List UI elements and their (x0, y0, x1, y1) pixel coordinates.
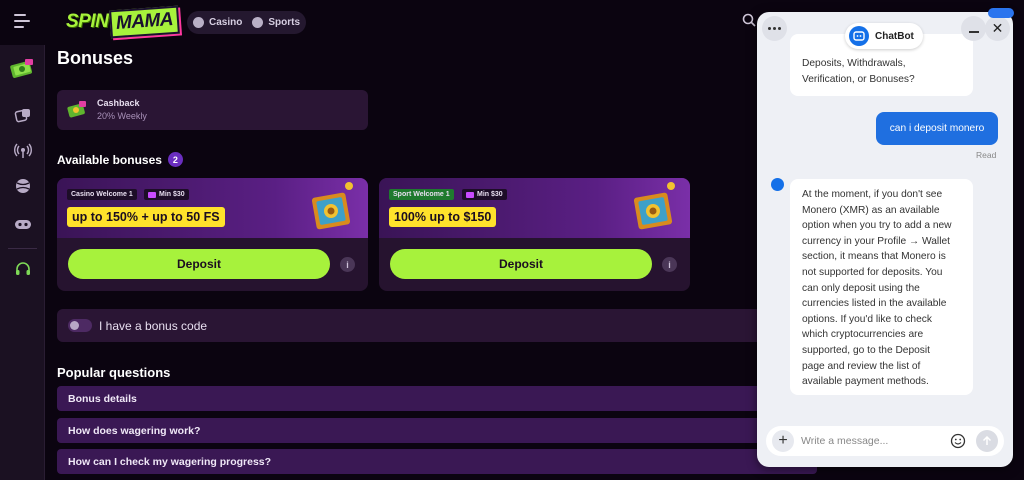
top-nav: Casino Sports (187, 11, 307, 34)
message-input[interactable]: Write a message... (801, 435, 888, 447)
ticket-icon (466, 191, 474, 198)
sidebar-item-support[interactable] (12, 259, 34, 281)
hamburger-menu-icon[interactable] (14, 14, 30, 28)
casino-icon (193, 17, 204, 28)
bonus-amount: 100% up to $150 (389, 207, 497, 227)
cashback-card[interactable]: Cashback 20% Weekly (57, 90, 368, 130)
bot-message-answer: At the moment, if you don't see Monero (… (790, 179, 973, 395)
bonus-card-sport: Sport Welcome 1 Min $30 100% up to $150 … (379, 178, 690, 291)
min-deposit-tag: Min $30 (462, 189, 507, 200)
emoji-icon[interactable] (950, 433, 966, 449)
popular-questions-title: Popular questions (57, 365, 171, 380)
info-icon[interactable]: i (340, 257, 355, 272)
faq-item[interactable]: Bonus details (57, 386, 817, 411)
faq-item[interactable]: How can I check my wagering progress? (57, 449, 817, 474)
search-icon[interactable] (742, 13, 756, 27)
gamepad-icon (15, 220, 31, 229)
available-bonuses-heading: Available bonuses 2 (57, 152, 183, 167)
sidebar-divider (8, 248, 37, 249)
cashback-title: Cashback (97, 98, 140, 108)
notification-badge (988, 8, 1014, 18)
faq-item[interactable]: How does wagering work? (57, 418, 817, 443)
sidebar-item-sports[interactable] (12, 175, 34, 197)
cashback-money-icon (67, 101, 86, 118)
bonus-type-tag: Sport Welcome 1 (389, 189, 454, 200)
ticket-icon (148, 191, 156, 198)
cashback-subtitle: 20% Weekly (97, 111, 147, 121)
chatbot-logo-icon (849, 26, 869, 46)
available-bonuses-count: 2 (167, 152, 183, 167)
min-deposit-tag: Min $30 (144, 189, 189, 200)
bot-avatar-icon (771, 178, 784, 191)
sports-ball-icon (252, 17, 264, 28)
bonus-card-casino: Casino Welcome 1 Min $30 up to 150% + up… (57, 178, 368, 291)
sidebar-item-casino[interactable] (12, 105, 34, 127)
close-icon[interactable]: ✕ (985, 16, 1010, 41)
ball-icon (16, 179, 30, 193)
chat-widget: Deposits, Withdrawals, Verification, or … (757, 12, 1013, 467)
minimize-icon[interactable] (961, 16, 986, 41)
gift-money-icon[interactable] (7, 55, 37, 83)
deposit-button[interactable]: Deposit (390, 249, 652, 279)
send-icon[interactable] (976, 430, 998, 452)
broadcast-icon (14, 143, 32, 158)
user-message: can i deposit monero (876, 112, 998, 145)
site-logo[interactable]: SPIN MAMA (66, 5, 181, 39)
add-attachment-icon[interactable]: + (772, 430, 794, 452)
treasure-chest-icon (633, 182, 675, 230)
nav-casino[interactable]: Casino (193, 17, 242, 28)
info-icon[interactable]: i (662, 257, 677, 272)
sidebar-item-live[interactable] (12, 140, 34, 162)
deposit-button[interactable]: Deposit (68, 249, 330, 279)
chat-brand: ChatBot (845, 23, 923, 49)
sidebar (0, 45, 45, 480)
dice-icon (14, 109, 30, 123)
bonus-code-label: I have a bonus code (99, 319, 208, 333)
treasure-chest-icon (311, 182, 353, 230)
chat-more-options-icon[interactable] (762, 16, 787, 41)
read-status: Read (976, 150, 997, 160)
bonus-type-tag: Casino Welcome 1 (67, 189, 137, 200)
headset-icon (16, 262, 30, 275)
nav-sports[interactable]: Sports (252, 17, 300, 28)
bonus-amount: up to 150% + up to 50 FS (67, 207, 225, 227)
page-title: Bonuses (57, 48, 134, 68)
bonus-code-row: I have a bonus code (57, 309, 817, 342)
sidebar-item-esports[interactable] (12, 213, 34, 235)
message-composer: + Write a message... (766, 426, 1004, 456)
bonus-code-toggle[interactable] (68, 319, 92, 332)
